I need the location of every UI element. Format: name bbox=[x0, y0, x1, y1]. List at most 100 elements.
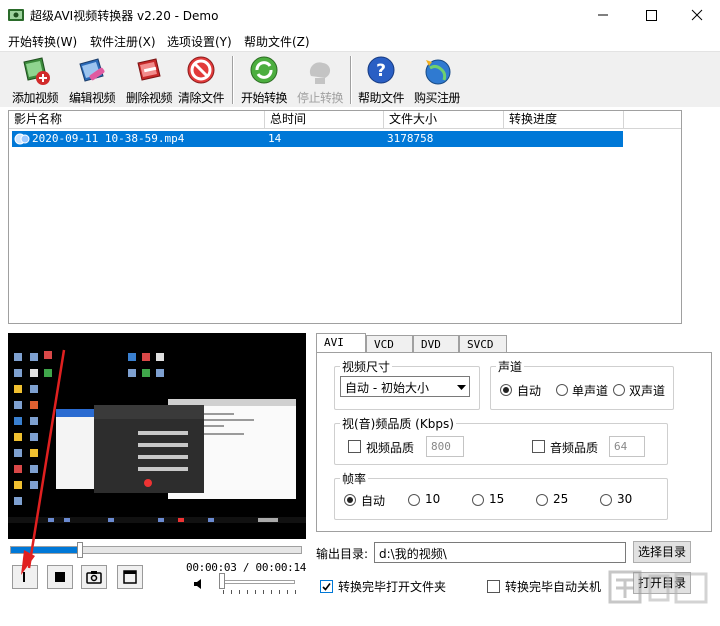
menu-bar: 开始转换(W) 软件注册(X) 选项设置(Y) 帮助文件(Z) bbox=[0, 30, 720, 50]
volume-tick bbox=[295, 590, 296, 594]
output-dir-input[interactable]: d:\我的视频\ bbox=[374, 542, 626, 563]
help-label: 帮助文件 bbox=[357, 91, 405, 105]
clear-files-label: 清除文件 bbox=[177, 91, 225, 105]
edit-video-button[interactable]: 编辑视频 bbox=[63, 54, 121, 106]
framerate-15-label: 15 bbox=[489, 492, 505, 506]
window-title: 超级AVI视频转换器 v2.20 - Demo bbox=[30, 9, 219, 23]
column-header-name[interactable]: 影片名称 bbox=[9, 111, 265, 129]
video-quality-label: 视频品质 bbox=[366, 441, 415, 455]
playback-time: 00:00:03 / 00:00:14 bbox=[186, 561, 307, 574]
channel-stereo-radio[interactable] bbox=[613, 384, 625, 396]
volume-tick bbox=[255, 590, 256, 594]
camera-icon bbox=[86, 571, 102, 584]
channel-mono-label: 单声道 bbox=[572, 384, 609, 398]
choose-dir-button[interactable]: 选择目录 bbox=[633, 541, 691, 563]
clear-files-button[interactable]: 清除文件 bbox=[172, 54, 230, 106]
menu-start-convert[interactable]: 开始转换(W) bbox=[8, 33, 77, 50]
audio-quality-checkbox[interactable] bbox=[532, 440, 545, 453]
channel-auto-radio[interactable] bbox=[500, 384, 512, 396]
snapshot-button[interactable] bbox=[81, 565, 107, 589]
tab-vcd[interactable]: VCD bbox=[366, 335, 413, 353]
tab-svcd[interactable]: SVCD bbox=[459, 335, 507, 353]
volume-tick bbox=[231, 590, 232, 594]
framerate-25-radio[interactable] bbox=[536, 494, 548, 506]
tab-dvd[interactable]: DVD bbox=[413, 335, 459, 353]
volume-icon[interactable] bbox=[192, 577, 206, 591]
chevron-down-icon[interactable] bbox=[454, 377, 469, 396]
watermark-logo bbox=[608, 570, 708, 604]
volume-slider-thumb[interactable] bbox=[219, 573, 225, 589]
add-video-icon bbox=[23, 57, 50, 85]
playback-progress-fill bbox=[11, 547, 81, 553]
stop-convert-button[interactable]: 停止转换 bbox=[291, 54, 349, 106]
tab-avi[interactable]: AVI bbox=[316, 333, 366, 354]
delete-video-label: 删除视频 bbox=[125, 91, 173, 105]
video-quality-checkbox[interactable] bbox=[348, 440, 361, 453]
shutdown-after-label: 转换完毕自动关机 bbox=[505, 580, 602, 594]
quality-label: 视(音)频品质 (Kbps) bbox=[340, 415, 456, 432]
column-header-duration[interactable]: 总时间 bbox=[265, 111, 384, 129]
buy-register-button[interactable]: 购买注册 bbox=[408, 54, 466, 106]
menu-help[interactable]: 帮助文件(Z) bbox=[244, 33, 310, 50]
playback-progress-bar[interactable] bbox=[10, 546, 302, 554]
volume-tick bbox=[287, 590, 288, 594]
volume-tick bbox=[263, 590, 264, 594]
video-file-icon bbox=[14, 133, 30, 145]
add-video-button[interactable]: 添加视频 bbox=[6, 54, 64, 106]
channel-mono-radio[interactable] bbox=[556, 384, 568, 396]
playback-progress-thumb[interactable] bbox=[77, 542, 83, 558]
framerate-25-label: 25 bbox=[553, 492, 569, 506]
shutdown-after-checkbox[interactable] bbox=[487, 580, 500, 593]
file-list[interactable]: 影片名称 总时间 文件大小 转换进度 2020-09-11 10-38-59.m… bbox=[8, 110, 682, 324]
app-icon bbox=[8, 9, 24, 21]
video-preview[interactable] bbox=[8, 333, 306, 539]
minimize-icon bbox=[598, 14, 608, 16]
add-video-label: 添加视频 bbox=[11, 91, 59, 105]
video-quality-input[interactable]: 800 bbox=[426, 436, 464, 457]
close-icon bbox=[691, 9, 703, 21]
video-size-select[interactable]: 自动 - 初始大小 bbox=[340, 376, 470, 397]
volume-tick bbox=[247, 590, 248, 594]
start-convert-button[interactable]: 开始转换 bbox=[235, 54, 293, 106]
framerate-10-label: 10 bbox=[425, 492, 441, 506]
audio-quality-input[interactable]: 64 bbox=[609, 436, 645, 457]
framerate-15-radio[interactable] bbox=[472, 494, 484, 506]
framerate-auto-radio[interactable] bbox=[344, 494, 356, 506]
file-name: 2020-09-11 10-38-59.mp4 bbox=[32, 132, 185, 145]
volume-slider[interactable] bbox=[221, 580, 295, 584]
maximize-button[interactable] bbox=[628, 0, 674, 30]
audio-quality-label: 音频品质 bbox=[550, 441, 599, 455]
column-header-progress[interactable]: 转换进度 bbox=[504, 111, 624, 129]
buy-register-icon bbox=[425, 59, 451, 85]
video-frame-image bbox=[8, 333, 306, 539]
help-button[interactable]: ? 帮助文件 bbox=[352, 54, 410, 106]
volume-tick bbox=[239, 590, 240, 594]
minimize-button[interactable] bbox=[580, 0, 626, 30]
stop-button[interactable] bbox=[47, 565, 73, 589]
column-header-size[interactable]: 文件大小 bbox=[384, 111, 504, 129]
volume-tick bbox=[279, 590, 280, 594]
fullscreen-button[interactable] bbox=[117, 565, 143, 589]
delete-video-button[interactable]: 删除视频 bbox=[120, 54, 178, 106]
stop-icon bbox=[55, 572, 65, 582]
checkmark-icon bbox=[322, 583, 331, 591]
framerate-30-label: 30 bbox=[617, 492, 633, 506]
output-dir-label: 输出目录: bbox=[316, 547, 369, 561]
close-button[interactable] bbox=[674, 0, 720, 30]
framerate-10-radio[interactable] bbox=[408, 494, 420, 506]
svg-text:?: ? bbox=[376, 61, 386, 81]
pause-button[interactable] bbox=[12, 565, 38, 589]
menu-settings[interactable]: 选项设置(Y) bbox=[167, 33, 232, 50]
framerate-30-radio[interactable] bbox=[600, 494, 612, 506]
start-convert-label: 开始转换 bbox=[240, 91, 288, 105]
stop-convert-icon bbox=[309, 62, 331, 84]
toolbar-separator bbox=[232, 56, 234, 104]
open-folder-after-checkbox[interactable] bbox=[320, 580, 333, 593]
open-folder-after-label: 转换完毕打开文件夹 bbox=[338, 580, 447, 594]
file-size: 3178758 bbox=[387, 132, 434, 145]
edit-video-icon bbox=[79, 58, 105, 82]
start-convert-icon bbox=[250, 56, 278, 84]
menu-register[interactable]: 软件注册(X) bbox=[90, 33, 156, 50]
table-row[interactable]: 2020-09-11 10-38-59.mp4 14 3178758 bbox=[12, 131, 623, 147]
video-size-label: 视频尺寸 bbox=[340, 358, 393, 375]
